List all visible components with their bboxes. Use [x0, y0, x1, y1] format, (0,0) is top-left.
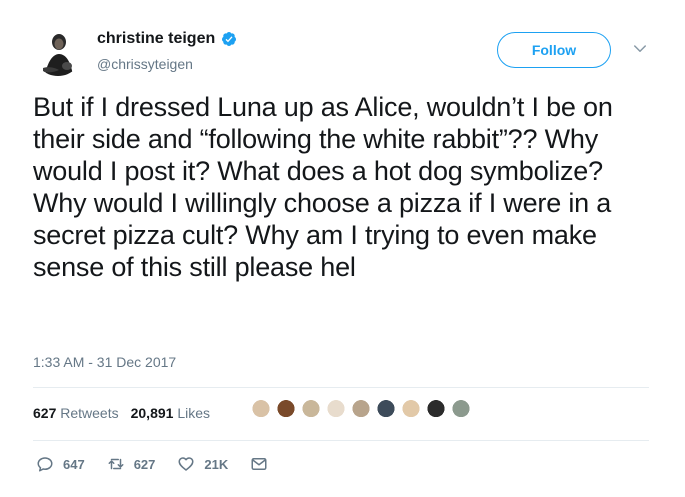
reply-action[interactable]: 647 — [36, 455, 85, 473]
tweet-stats: 627 Retweets 20,891 Likes — [33, 405, 222, 421]
tweet-actions: 647 627 21K — [36, 455, 290, 473]
tweet-text: But if I dressed Luna up as Alice, would… — [33, 92, 613, 282]
liker-avatar[interactable] — [447, 397, 475, 425]
chevron-down-icon[interactable] — [631, 40, 649, 58]
liker-avatar[interactable] — [397, 397, 425, 425]
retweet-icon — [108, 458, 124, 470]
verified-badge-icon — [222, 32, 237, 46]
like-count: 21K — [204, 456, 229, 472]
author-name[interactable]: christine teigen — [97, 29, 215, 49]
liker-avatar[interactable] — [297, 397, 325, 425]
retweets-stat-label: Retweets — [60, 405, 119, 421]
author-info: christine teigen @chrissyteigen — [97, 29, 237, 73]
liker-avatar[interactable] — [422, 397, 450, 425]
divider — [33, 387, 649, 388]
retweet-count: 627 — [133, 456, 156, 472]
follow-button[interactable]: Follow — [497, 32, 611, 68]
liker-avatar[interactable] — [347, 397, 375, 425]
envelope-icon — [251, 458, 267, 470]
liker-avatar[interactable] — [322, 397, 350, 425]
liker-avatars — [247, 397, 475, 425]
direct-message-action[interactable] — [250, 455, 268, 473]
author-handle[interactable]: @chrissyteigen — [97, 55, 237, 73]
divider — [33, 440, 649, 441]
like-action[interactable]: 21K — [177, 455, 228, 473]
likes-stat-label: Likes — [177, 405, 211, 421]
likes-stat-count: 20,891 — [130, 405, 174, 421]
reply-count: 647 — [63, 456, 85, 472]
liker-avatar[interactable] — [272, 397, 300, 425]
likes-stat[interactable]: 20,891 Likes — [131, 405, 210, 421]
tweet-card: christine teigen @chrissyteigen Follow B… — [0, 0, 685, 497]
tweet-timestamp[interactable]: 1:33 AM - 31 Dec 2017 — [33, 354, 176, 370]
liker-avatar[interactable] — [372, 397, 400, 425]
retweets-stat-count: 627 — [33, 405, 57, 421]
retweet-action[interactable]: 627 — [107, 455, 156, 473]
heart-icon — [178, 457, 194, 471]
avatar-image — [33, 26, 83, 76]
retweets-stat[interactable]: 627 Retweets — [33, 405, 119, 421]
avatar[interactable] — [33, 26, 83, 76]
reply-icon — [37, 457, 53, 472]
liker-avatar[interactable] — [247, 397, 275, 425]
